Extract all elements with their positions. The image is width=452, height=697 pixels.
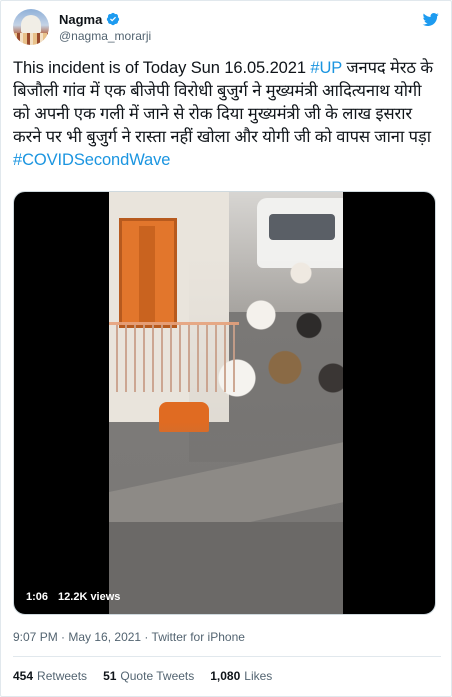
video-views: 12.2K views (58, 591, 121, 603)
hashtag-covid-link[interactable]: #COVIDSecondWave (13, 151, 170, 169)
divider (13, 656, 441, 657)
quotes-label: Quote Tweets (120, 669, 195, 683)
video-player[interactable]: 1:06 12.2K views (13, 191, 436, 615)
tweet-text-part-1: This incident is of Today Sun 16.05.2021 (13, 59, 311, 77)
likes-count: 1,080 (210, 669, 241, 683)
retweets-label: Retweets (37, 669, 88, 683)
author-display-name[interactable]: Nagma (59, 12, 102, 27)
author-name-row[interactable]: Nagma (59, 11, 120, 27)
likes-label: Likes (244, 669, 273, 683)
tweet-source[interactable]: Twitter for iPhone (152, 630, 245, 644)
retweets-count: 454 (13, 669, 34, 683)
tweet-text: This incident is of Today Sun 16.05.2021… (13, 57, 441, 172)
timestamp-separator-2: · (141, 630, 152, 644)
quotes-count: 51 (103, 669, 117, 683)
twitter-logo-icon[interactable] (422, 11, 439, 28)
quotes-stat[interactable]: 51 Quote Tweets (103, 669, 194, 683)
author-handle[interactable]: @nagma_morarji (59, 29, 151, 43)
engagement-stats: 454 Retweets 51 Quote Tweets 1,080 Likes (13, 669, 272, 683)
tweet-header: Nagma @nagma_morarji (13, 9, 441, 49)
hashtag-up-link[interactable]: #UP (310, 59, 342, 77)
timestamp-separator: · (57, 630, 69, 644)
video-duration: 1:06 (26, 591, 49, 603)
verified-badge-icon (107, 12, 120, 26)
tweet-date[interactable]: May 16, 2021 (68, 630, 141, 644)
tweet-time[interactable]: 9:07 PM (13, 630, 58, 644)
retweets-stat[interactable]: 454 Retweets (13, 669, 87, 683)
tweet-card: Nagma @nagma_morarji This incident is of… (0, 0, 452, 697)
tweet-timestamp[interactable]: 9:07 PM · May 16, 2021 · Twitter for iPh… (13, 630, 245, 644)
video-meta: 1:06 12.2K views (24, 590, 122, 604)
likes-stat[interactable]: 1,080 Likes (210, 669, 272, 683)
avatar[interactable] (13, 9, 49, 45)
video-thumbnail[interactable] (109, 192, 343, 614)
